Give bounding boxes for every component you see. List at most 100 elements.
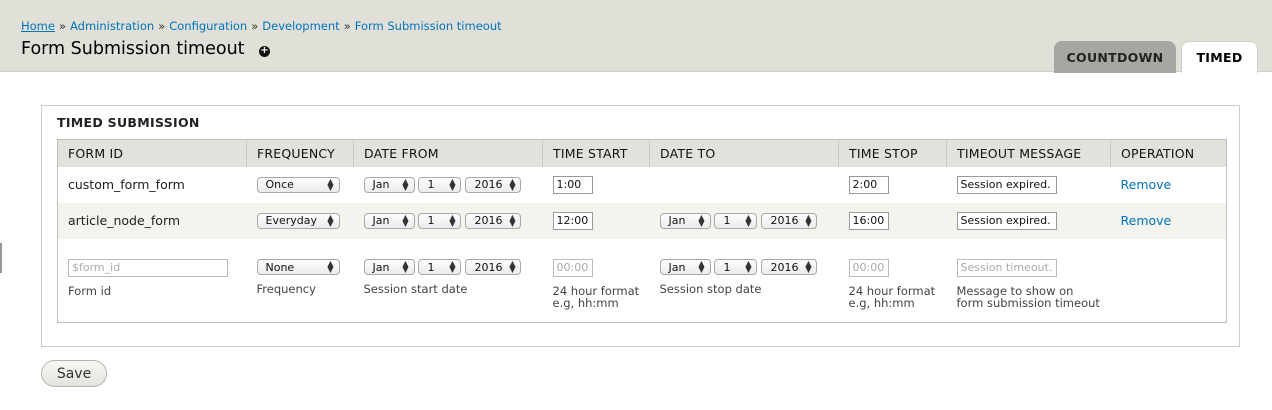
timeout-message-input[interactable]: Session timeout. — [956, 258, 1057, 277]
select-value: Once — [265, 178, 294, 192]
up-down-arrows-icon: ▲ ▼ — [698, 259, 705, 274]
month-select[interactable]: Jan ▲ ▼ — [659, 259, 711, 275]
up-down-arrows-icon: ▲ ▼ — [698, 212, 705, 228]
breadcrumb-home[interactable]: Home — [21, 19, 55, 33]
up-down-arrows-icon: ▲ ▼ — [449, 212, 456, 228]
time-start-input[interactable]: 12:00 — [552, 211, 593, 230]
time-stop-input[interactable]: 16:00 — [848, 211, 889, 230]
timeout-message-input[interactable]: Session expired. — [956, 175, 1057, 194]
select-value: 2016 — [474, 260, 503, 274]
month-select[interactable]: Jan ▲ ▼ — [363, 212, 415, 229]
month-select[interactable]: Jan ▲ ▼ — [363, 259, 415, 275]
select-value: 1 — [427, 214, 435, 228]
breadcrumb-form-submission-timeout[interactable]: Form Submission timeout — [355, 19, 502, 33]
tab-countdown[interactable]: COUNTDOWN — [1054, 41, 1176, 73]
up-down-arrows-icon: ▲ ▼ — [805, 212, 812, 228]
select-value: Jan — [668, 260, 686, 274]
column-header-date-from: DATE FROM — [353, 139, 543, 167]
time-stop-input[interactable]: 00:00 — [848, 258, 889, 277]
up-down-arrows-icon: ▲ ▼ — [449, 176, 456, 192]
up-down-arrows-icon: ▲ ▼ — [327, 176, 334, 192]
month-select[interactable]: Jan ▲ ▼ — [659, 212, 711, 229]
new-entry-row: $form_id Form id None ▲ ▼ Frequency Jan ▲ ▼ … — [57, 238, 1227, 323]
day-select[interactable]: 1 ▲ ▼ — [418, 212, 462, 229]
select-value: Jan — [668, 214, 686, 228]
select-value: Jan — [372, 178, 390, 192]
breadcrumb-development[interactable]: Development — [262, 19, 339, 33]
time-start-description: 24 hour format e.g, hh:mm — [553, 285, 650, 309]
time-stop-description: 24 hour format e.g, hh:mm — [849, 285, 947, 309]
timed-submission-table: FORM ID FREQUENCY DATE FROM TIME START D… — [57, 139, 1227, 323]
up-down-arrows-icon: ▲ ▼ — [327, 212, 334, 228]
time-stop-input[interactable]: 2:00 — [848, 175, 889, 194]
form-id-input[interactable]: $form_id — [68, 258, 228, 277]
up-down-arrows-icon: ▲ ▼ — [509, 212, 516, 228]
breadcrumb-separator: » — [58, 19, 67, 33]
fieldset-legend: TIMED SUBMISSION — [57, 115, 200, 130]
time-start-description-line: e.g, hh:mm — [552, 295, 619, 310]
year-select[interactable]: 2016 ▲ ▼ — [761, 212, 818, 229]
time-start-input[interactable]: 1:00 — [552, 175, 593, 194]
breadcrumb: Home» Administration» Configuration» Develo… — [21, 19, 502, 33]
select-value: 1 — [427, 260, 435, 274]
frequency-select[interactable]: None ▲ ▼ — [256, 259, 340, 275]
up-down-arrows-icon: ▲ ▼ — [327, 259, 334, 274]
frequency-select[interactable]: Once ▲ ▼ — [256, 176, 340, 193]
select-value: 1 — [723, 214, 731, 228]
timeout-message-input[interactable]: Session expired. — [956, 211, 1057, 230]
select-value: 2016 — [474, 178, 503, 192]
year-select[interactable]: 2016 ▲ ▼ — [761, 259, 818, 275]
frequency-select[interactable]: Everyday ▲ ▼ — [256, 212, 340, 229]
breadcrumb-separator: » — [158, 19, 166, 33]
select-value: Everyday — [265, 214, 318, 228]
select-value: 1 — [427, 178, 435, 192]
column-header-frequency: FREQUENCY — [246, 139, 354, 167]
remove-link[interactable]: Remove — [1121, 213, 1172, 228]
day-select[interactable]: 1 ▲ ▼ — [714, 259, 758, 275]
page-header: Home» Administration» Configuration» Develo… — [0, 0, 1272, 73]
add-shortcut-icon[interactable]: + — [259, 46, 270, 57]
table-header-row: FORM ID FREQUENCY DATE FROM TIME START D… — [57, 139, 1227, 167]
year-select[interactable]: 2016 ▲ ▼ — [465, 212, 522, 229]
day-select[interactable]: 1 ▲ ▼ — [418, 176, 462, 193]
select-value: 2016 — [770, 214, 799, 228]
up-down-arrows-icon: ▲ ▼ — [449, 259, 456, 274]
year-select[interactable]: 2016 ▲ ▼ — [465, 259, 522, 275]
window-edge-divider — [0, 243, 2, 273]
up-down-arrows-icon: ▲ ▼ — [805, 259, 812, 274]
page-title: Form Submission timeout — [21, 39, 245, 59]
day-select[interactable]: 1 ▲ ▼ — [714, 212, 758, 229]
year-select[interactable]: 2016 ▲ ▼ — [465, 176, 522, 193]
date-to-description: Session stop date — [659, 282, 762, 296]
column-header-time-start: TIME START — [542, 139, 650, 167]
table-row: custom_form_form Once ▲ ▼ Jan ▲ ▼ 1 ▲ ▼ 2016 ▲ ▼… — [57, 166, 1227, 203]
up-down-arrows-icon: ▲ ▼ — [745, 259, 752, 274]
month-select[interactable]: Jan ▲ ▼ — [363, 176, 415, 193]
select-value: 2016 — [770, 260, 799, 274]
form-id-cell: custom_form_form — [57, 166, 247, 203]
select-value: None — [265, 260, 295, 274]
time-stop-description-line: e.g, hh:mm — [848, 295, 915, 310]
save-button[interactable]: Save — [41, 360, 107, 387]
select-value: 2016 — [474, 214, 503, 228]
column-header-timeout-message: TIMEOUT MESSAGE — [946, 139, 1111, 167]
select-value: 1 — [723, 260, 731, 274]
timeout-message-description: Message to show on form submission timeou… — [957, 285, 1111, 309]
date-from-description: Session start date — [363, 282, 468, 296]
breadcrumb-separator: » — [251, 19, 259, 33]
form-id-cell: article_node_form — [57, 202, 247, 239]
remove-link[interactable]: Remove — [1121, 177, 1172, 192]
day-select[interactable]: 1 ▲ ▼ — [418, 259, 462, 275]
tab-timed[interactable]: TIMED — [1181, 41, 1258, 73]
breadcrumb-administration[interactable]: Administration — [70, 19, 154, 33]
up-down-arrows-icon: ▲ ▼ — [509, 259, 516, 274]
frequency-description: Frequency — [256, 282, 316, 296]
column-header-time-stop: TIME STOP — [838, 139, 947, 167]
select-value: Jan — [372, 214, 390, 228]
form-id-description: Form id — [68, 283, 112, 298]
up-down-arrows-icon: ▲ ▼ — [745, 212, 752, 228]
time-start-input[interactable]: 00:00 — [552, 258, 593, 277]
breadcrumb-configuration[interactable]: Configuration — [169, 19, 247, 33]
breadcrumb-separator: » — [343, 19, 351, 33]
column-header-operation: OPERATION — [1110, 139, 1227, 167]
